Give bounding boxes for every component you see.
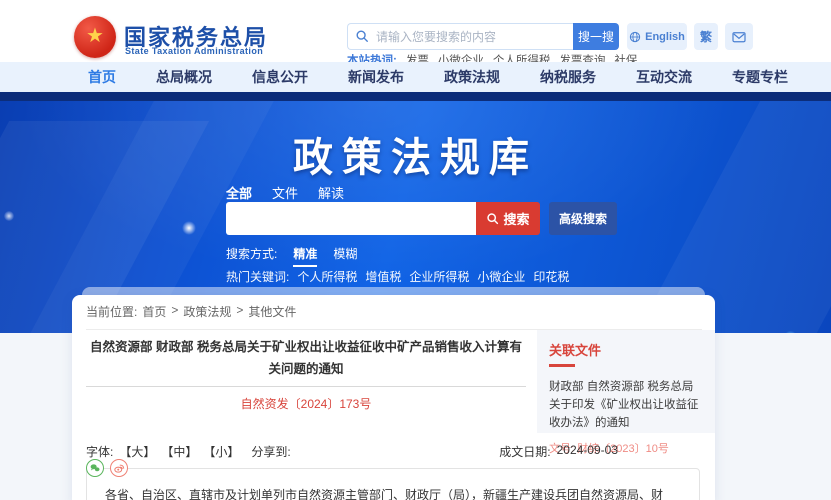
english-button[interactable]: English (627, 23, 687, 50)
mail-button[interactable] (725, 23, 753, 50)
nav-item-policies[interactable]: 政策法规 (444, 67, 500, 87)
nav-bottom-bar (0, 92, 831, 101)
related-files-title: 关联文件 (549, 340, 703, 359)
article-title: 自然资源部 财政部 税务总局关于矿业权出让收益征收中矿产品销售收入计算有关问题的… (86, 336, 526, 380)
search-mode-label: 搜索方式: (226, 245, 277, 262)
publish-date: 2024-09-03 (557, 443, 618, 460)
search-mode-row: 搜索方式: 精准 模糊 (226, 245, 357, 267)
document-body-box: 各省、自治区、直辖市及计划单列市自然资源主管部门、财政厅（局），新疆生产建设兵团… (86, 468, 700, 500)
share-buttons (86, 459, 128, 477)
national-emblem-icon: ★ (74, 16, 116, 58)
article-doc-number: 自然资发〔2024〕173号 (86, 395, 526, 412)
nav-item-overview[interactable]: 总局概况 (156, 67, 212, 87)
policy-search-input[interactable] (226, 202, 476, 235)
mode-fuzzy[interactable]: 模糊 (333, 245, 357, 265)
keyword-link[interactable]: 小微企业 (477, 268, 525, 285)
breadcrumb-current: 其他文件 (248, 303, 296, 320)
font-small-button[interactable]: 【小】 (203, 443, 239, 460)
header-search-input[interactable] (347, 23, 573, 50)
breadcrumb-separator: > (236, 303, 243, 320)
glow-dot (4, 211, 14, 221)
weibo-share-icon[interactable] (110, 459, 128, 477)
nav-item-interaction[interactable]: 互动交流 (636, 67, 692, 87)
font-size-label: 字体: (86, 443, 113, 460)
keyword-link[interactable]: 印花税 (533, 268, 569, 285)
breadcrumb-separator: > (171, 303, 178, 320)
content-card: 当前位置: 首页 > 政策法规 > 其他文件 自然资源部 财政部 税务总局关于矿… (72, 295, 715, 500)
main-nav: 首页 总局概况 信息公开 新闻发布 政策法规 纳税服务 互动交流 专题专栏 (0, 62, 831, 92)
banner-title: 政策法规库 (0, 125, 831, 183)
header-search: 搜一搜 (347, 23, 619, 50)
traditional-chinese-button[interactable]: 繁 (694, 23, 718, 50)
search-icon (486, 212, 499, 225)
related-title-underline (549, 364, 575, 367)
wechat-share-icon[interactable] (86, 459, 104, 477)
glow-dot (182, 221, 196, 235)
keyword-link[interactable]: 增值税 (365, 268, 401, 285)
document-body-text: 各省、自治区、直辖市及计划单列市自然资源主管部门、财政厅（局），新疆生产建设兵团… (87, 469, 699, 500)
font-medium-button[interactable]: 【中】 (161, 443, 197, 460)
site-subtitle: State Taxation Administration (125, 46, 263, 56)
policy-search-button[interactable]: 搜索 (476, 202, 540, 235)
nav-item-news[interactable]: 新闻发布 (348, 67, 404, 87)
globe-icon (629, 31, 641, 43)
title-divider (86, 386, 526, 387)
hot-keywords-label: 热门关键词: (226, 268, 289, 285)
header-search-button[interactable]: 搜一搜 (573, 23, 619, 50)
hot-keywords-row: 热门关键词: 个人所得税 增值税 企业所得税 小微企业 印花税 (226, 268, 569, 285)
mail-icon (732, 31, 746, 43)
related-file-link[interactable]: 财政部 自然资源部 税务总局关于印发《矿业权出让收益征收办法》的通知 (549, 378, 703, 432)
related-files-panel: 关联文件 财政部 自然资源部 税务总局关于印发《矿业权出让收益征收办法》的通知 … (537, 330, 715, 433)
breadcrumb-label: 当前位置: (86, 303, 137, 320)
nav-item-tax-services[interactable]: 纳税服务 (540, 67, 596, 87)
advanced-search-button[interactable]: 高级搜索 (549, 202, 617, 235)
publish-date-label: 成文日期: (499, 443, 550, 460)
search-icon (355, 29, 369, 43)
font-large-button[interactable]: 【大】 (119, 443, 155, 460)
nav-item-special-topics[interactable]: 专题专栏 (732, 67, 788, 87)
nav-item-home[interactable]: 首页 (88, 67, 116, 87)
article-meta-row: 字体: 【大】 【中】 【小】 分享到: 成文日期: 2024-09-03 (86, 443, 618, 460)
site-header: ★ 国家税务总局 State Taxation Administration 搜… (0, 0, 831, 62)
policy-search: 搜索 高级搜索 (226, 202, 617, 235)
keyword-link[interactable]: 个人所得税 (297, 268, 357, 285)
breadcrumb-policies[interactable]: 政策法规 (183, 303, 231, 320)
keyword-link[interactable]: 企业所得税 (409, 268, 469, 285)
mode-precise[interactable]: 精准 (293, 245, 317, 267)
breadcrumb: 当前位置: 首页 > 政策法规 > 其他文件 (86, 303, 702, 330)
page: ★ 国家税务总局 State Taxation Administration 搜… (0, 0, 831, 500)
breadcrumb-home[interactable]: 首页 (142, 303, 166, 320)
share-label: 分享到: (251, 443, 290, 460)
nav-item-info-disclosure[interactable]: 信息公开 (252, 67, 308, 87)
